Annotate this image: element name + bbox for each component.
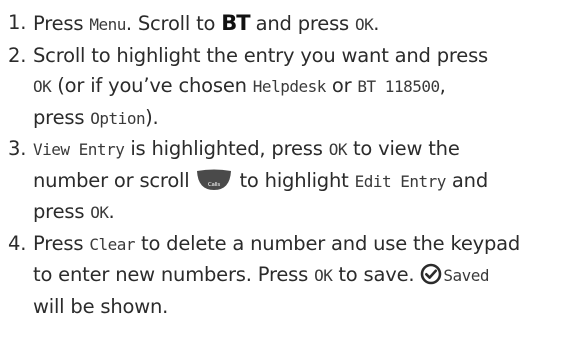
bt-118500-label: BT 118500	[357, 77, 440, 96]
step-text: ).	[145, 105, 159, 129]
option-key-label: Option	[90, 108, 146, 128]
clear-key-label: Clear	[89, 234, 135, 254]
edit-entry-label: Edit Entry	[354, 171, 447, 191]
step-text: .	[373, 12, 380, 35]
step-text: press	[33, 200, 91, 223]
step-text: Press	[33, 231, 90, 255]
instruction-steps: 1. Press Menu. Scroll to BT and press OK…	[8, 8, 568, 322]
step-text: and press	[249, 12, 356, 35]
step-4: 4. Press Clear to delete a number and us…	[8, 229, 568, 323]
step-text: is highlighted, press	[124, 137, 329, 160]
step-text: to enter new numbers. Press	[33, 263, 315, 286]
helpdesk-label: Helpdesk	[252, 77, 327, 96]
step-text: (or if you’ve chosen	[51, 74, 253, 97]
step-text: Scroll to highlight the entry you want a…	[33, 43, 489, 67]
step-1: 1. Press Menu. Scroll to BT and press OK…	[8, 8, 568, 41]
step-number: 1.	[8, 11, 27, 34]
tick-circle-icon	[421, 263, 442, 285]
calls-scroll-down-icon: Calls	[197, 169, 232, 190]
step-2: 2. Scroll to highlight the entry you wan…	[8, 41, 568, 135]
step-text: . Scroll to	[125, 12, 222, 35]
bt-logo: BT	[221, 11, 250, 35]
step-text: .	[108, 200, 115, 223]
step-text: ,	[439, 74, 446, 97]
step-text: Press	[33, 12, 90, 35]
step-text: and	[445, 168, 489, 192]
step-number: 4.	[8, 231, 27, 255]
ok-key-label: OK	[314, 266, 333, 285]
step-text: or	[325, 74, 358, 97]
step-text: to highlight	[233, 168, 355, 192]
step-text: will be shown.	[33, 294, 169, 318]
menu-key-label: Menu	[89, 15, 126, 34]
step-number: 3.	[8, 137, 27, 160]
instruction-document: 1. Press Menu. Scroll to BT and press OK…	[8, 8, 568, 322]
ok-key-label: OK	[328, 140, 348, 159]
ok-key-label: OK	[33, 77, 52, 96]
step-number: 2.	[8, 43, 27, 67]
step-text: to delete a number and use the keypad	[135, 231, 521, 255]
tick-mark	[425, 269, 438, 279]
step-text: to save.	[332, 263, 421, 286]
step-text: to view the	[346, 137, 460, 160]
tick-circle-ring	[421, 263, 442, 285]
step-3: 3. View Entry is highlighted, press OK t…	[8, 134, 568, 229]
nav-key-label: Calls	[208, 182, 220, 188]
ok-key-label: OK	[355, 15, 374, 34]
saved-label: Saved	[443, 266, 490, 285]
ok-key-label: OK	[90, 203, 109, 222]
view-entry-label: View Entry	[33, 140, 125, 159]
step-text: number or scroll	[33, 168, 196, 192]
step-text: press	[33, 105, 91, 129]
